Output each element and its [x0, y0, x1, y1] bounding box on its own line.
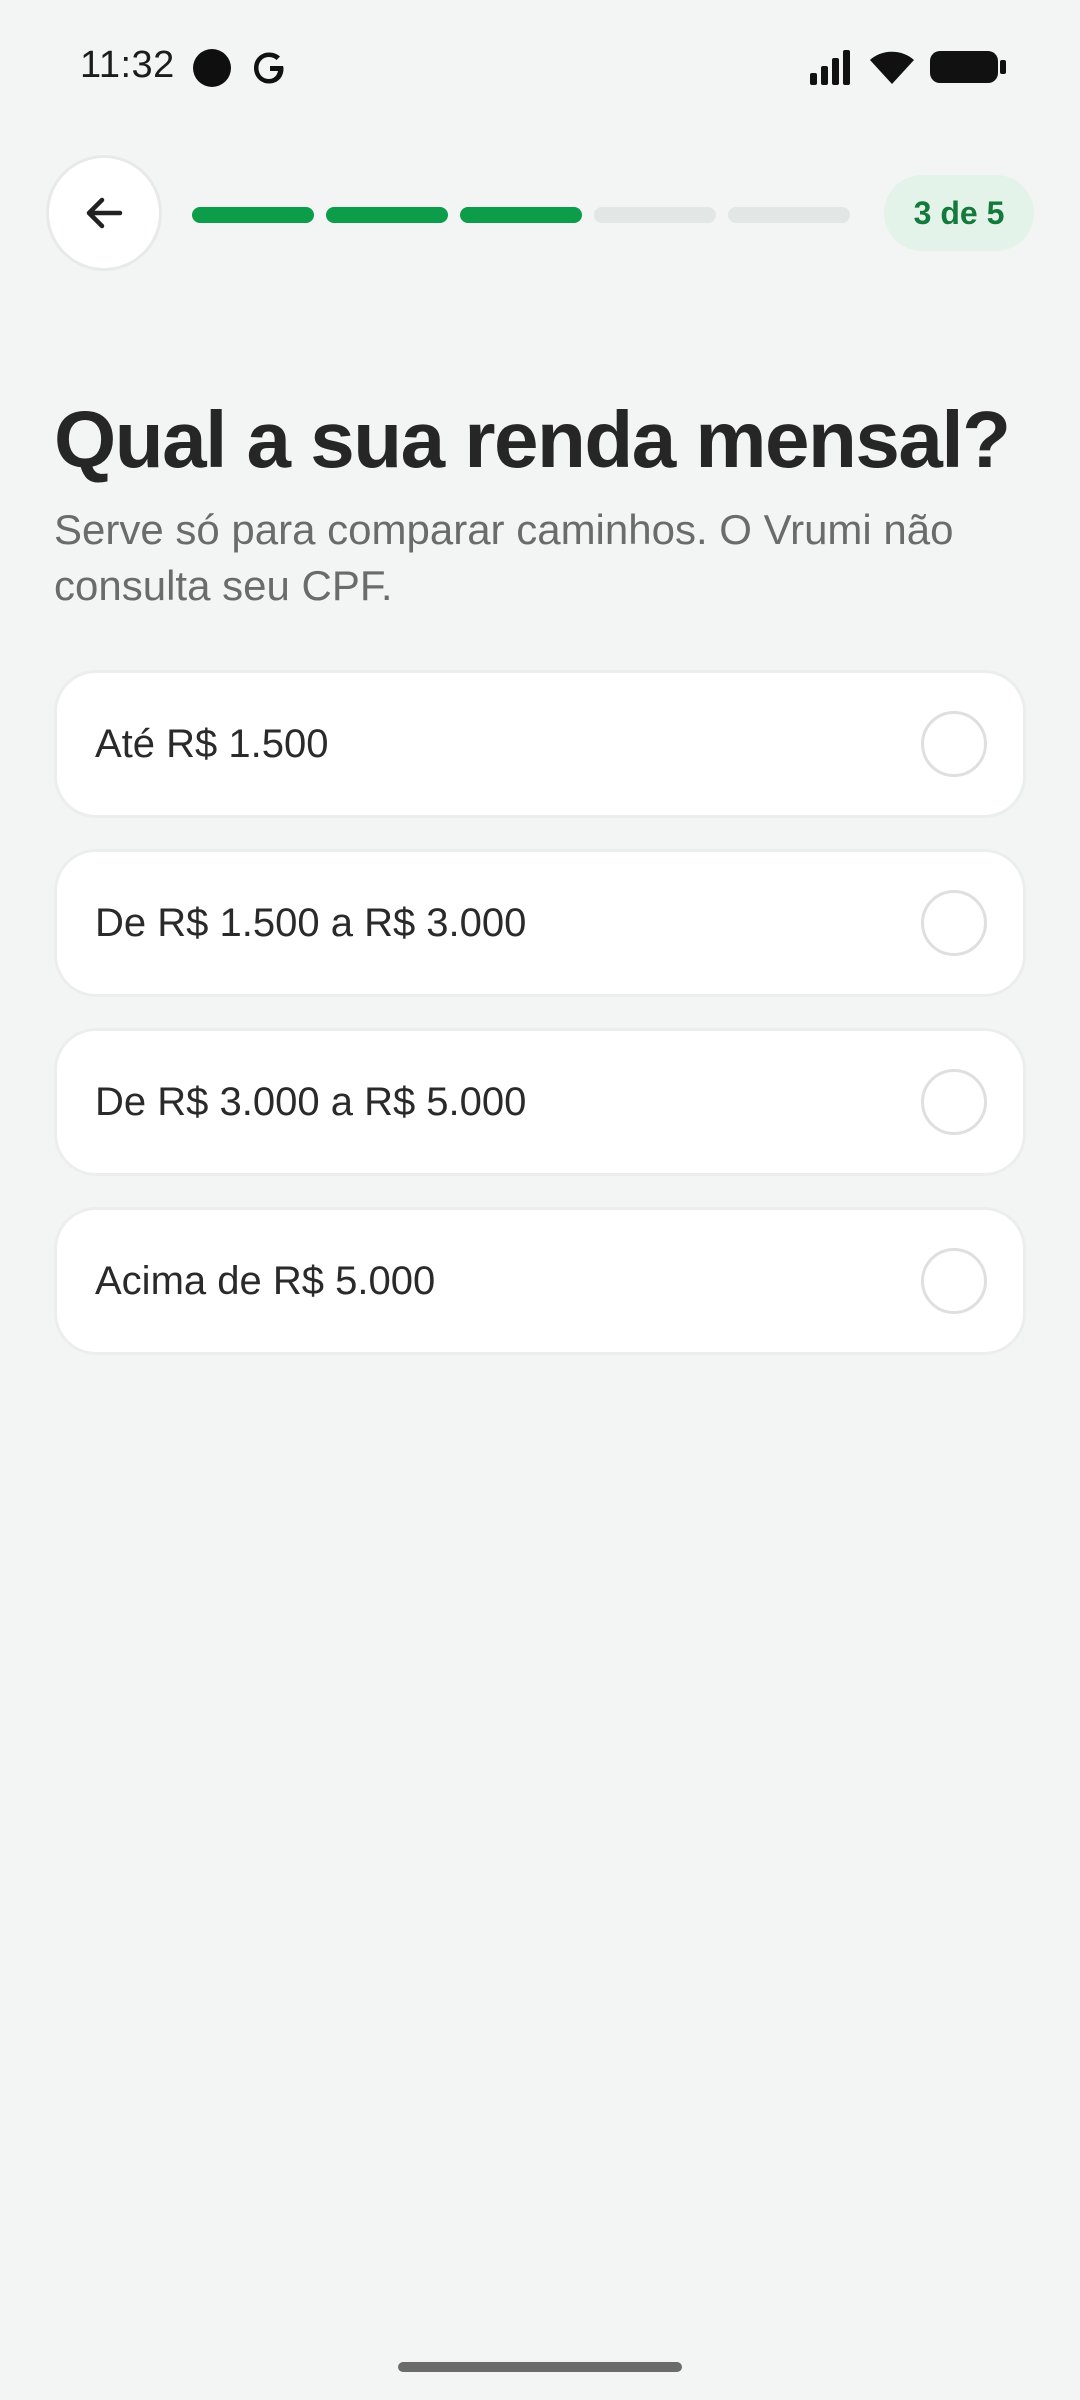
system-icons — [808, 47, 1008, 87]
google-g-icon — [254, 52, 284, 84]
step-counter-badge: 3 de 5 — [884, 175, 1034, 251]
back-button[interactable] — [46, 155, 162, 271]
radio-button[interactable] — [921, 711, 987, 777]
page-subtitle: Serve só para comparar caminhos. O Vrumi… — [54, 506, 954, 609]
radio-button[interactable] — [921, 890, 987, 956]
page-title: Qual a sua renda mensal? — [54, 395, 1011, 484]
signal-icon — [810, 50, 850, 85]
circle-notification-icon — [193, 49, 231, 87]
radio-button[interactable] — [921, 1069, 987, 1135]
option-ate-1500[interactable]: Até R$ 1.500 — [54, 670, 1026, 818]
onboarding-header: 3 de 5 — [0, 155, 1080, 275]
progress-segment — [728, 207, 850, 223]
option-label: De R$ 3.000 a R$ 5.000 — [95, 1079, 527, 1124]
income-options-list: Até R$ 1.500 De R$ 1.500 a R$ 3.000 De R… — [54, 670, 1026, 1386]
progress-segment — [594, 207, 716, 223]
progress-segment — [326, 207, 448, 223]
option-label: Até R$ 1.500 — [95, 721, 329, 766]
option-acima-5000[interactable]: Acima de R$ 5.000 — [54, 1207, 1026, 1355]
wifi-icon — [870, 51, 914, 84]
progress-segment — [460, 207, 582, 223]
progress-segment — [192, 207, 314, 223]
home-indicator[interactable] — [398, 2362, 682, 2372]
option-3000-a-5000[interactable]: De R$ 3.000 a R$ 5.000 — [54, 1028, 1026, 1176]
battery-icon — [930, 51, 1006, 83]
option-label: Acima de R$ 5.000 — [95, 1258, 436, 1303]
status-bar: 11:32 — [0, 0, 1080, 135]
radio-button[interactable] — [921, 1248, 987, 1314]
progress-bar — [192, 207, 852, 223]
option-1500-a-3000[interactable]: De R$ 1.500 a R$ 3.000 — [54, 849, 1026, 997]
arrow-left-icon — [86, 197, 123, 229]
status-time: 11:32 — [80, 44, 175, 86]
option-label: De R$ 1.500 a R$ 3.000 — [95, 900, 527, 945]
